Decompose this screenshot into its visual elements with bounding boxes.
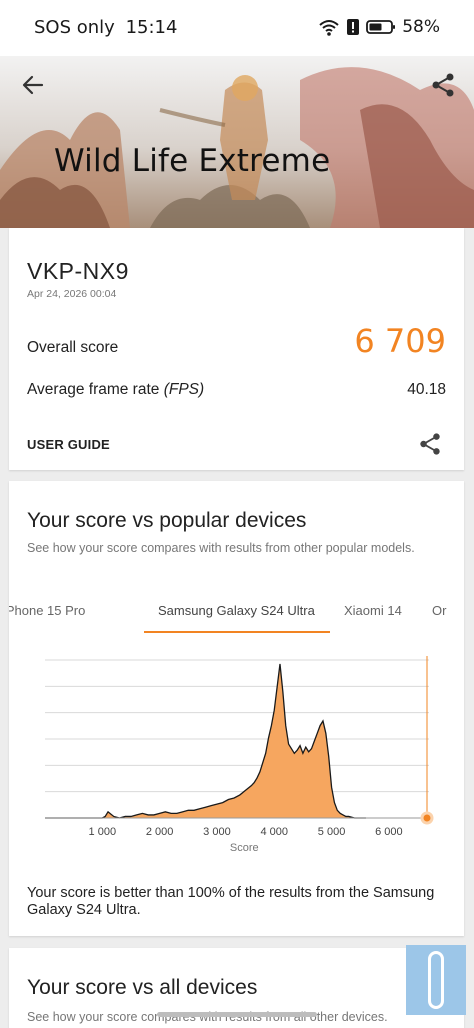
hero-artwork bbox=[0, 67, 474, 228]
hero-banner: Wild Life Extreme bbox=[0, 50, 474, 228]
x-tick-label: 5 000 bbox=[318, 826, 346, 838]
tab-other[interactable]: Or bbox=[432, 603, 446, 618]
active-tab-indicator bbox=[144, 631, 330, 633]
section-title: Your score vs popular devices bbox=[27, 509, 307, 532]
back-arrow-icon[interactable] bbox=[20, 72, 46, 98]
handle-pill-icon bbox=[428, 951, 444, 1009]
share-icon[interactable] bbox=[418, 432, 442, 456]
section-title: Your score vs all devices bbox=[27, 976, 258, 999]
tab-iphone-15-pro[interactable]: ple iPhone 15 Pro bbox=[9, 603, 85, 618]
x-tick-label: 4 000 bbox=[260, 826, 288, 838]
x-tick-label: 2 000 bbox=[146, 826, 174, 838]
fps-value: 40.18 bbox=[407, 381, 446, 398]
run-date: Apr 24, 2026 00:04 bbox=[27, 288, 117, 300]
x-tick-label: 3 000 bbox=[203, 826, 231, 838]
x-tick-label: 1 000 bbox=[89, 826, 117, 838]
alert-icon bbox=[347, 19, 360, 35]
carrier-label: SOS only bbox=[34, 17, 115, 38]
gesture-nav-bar[interactable] bbox=[157, 1012, 317, 1017]
section-subtitle: See how your score compares with results… bbox=[27, 541, 415, 555]
x-tick-labels: 1 000 2 000 3 000 4 000 5 000 6 000 bbox=[89, 826, 403, 838]
overall-score-label: Overall score bbox=[27, 339, 119, 356]
grid-lines bbox=[45, 659, 429, 793]
result-card: VKP-NX9 Apr 24, 2026 00:04 Overall score… bbox=[9, 228, 464, 470]
fps-label-text: Average frame rate bbox=[27, 381, 160, 398]
clock: 15:14 bbox=[125, 17, 178, 38]
wifi-6-icon bbox=[319, 20, 339, 36]
device-name: VKP-NX9 bbox=[27, 258, 129, 284]
popular-devices-card: Your score vs popular devices See how yo… bbox=[9, 481, 464, 936]
battery-icon bbox=[366, 20, 396, 34]
floating-side-handle[interactable] bbox=[406, 945, 466, 1015]
distribution-area bbox=[45, 664, 366, 818]
page-title: Wild Life Extreme bbox=[54, 143, 331, 179]
your-score-marker bbox=[420, 811, 434, 825]
status-right: 58% bbox=[318, 17, 440, 37]
device-tabs: ple iPhone 15 Pro Samsung Galaxy S24 Ult… bbox=[9, 603, 464, 635]
score-distribution-chart: 1 000 2 000 3 000 4 000 5 000 6 000 Score bbox=[45, 656, 434, 854]
overall-score-value: 6 709 bbox=[354, 322, 446, 360]
user-guide-link[interactable]: USER GUIDE bbox=[27, 437, 110, 452]
fps-unit: (FPS) bbox=[163, 381, 205, 398]
status-bar: SOS only 15:14 58% bbox=[0, 0, 474, 56]
battery-percent: 58% bbox=[402, 17, 440, 37]
status-left: SOS only 15:14 bbox=[34, 17, 177, 38]
fps-label: Average frame rate (FPS) bbox=[27, 381, 204, 399]
tab-samsung-galaxy-s24-ultra[interactable]: Samsung Galaxy S24 Ultra bbox=[158, 603, 315, 618]
tab-xiaomi-14[interactable]: Xiaomi 14 bbox=[344, 603, 402, 618]
comparison-summary: Your score is better than 100% of the re… bbox=[27, 885, 435, 918]
x-axis-label: Score bbox=[230, 842, 259, 854]
share-icon[interactable] bbox=[430, 72, 456, 98]
x-tick-label: 6 000 bbox=[375, 826, 403, 838]
